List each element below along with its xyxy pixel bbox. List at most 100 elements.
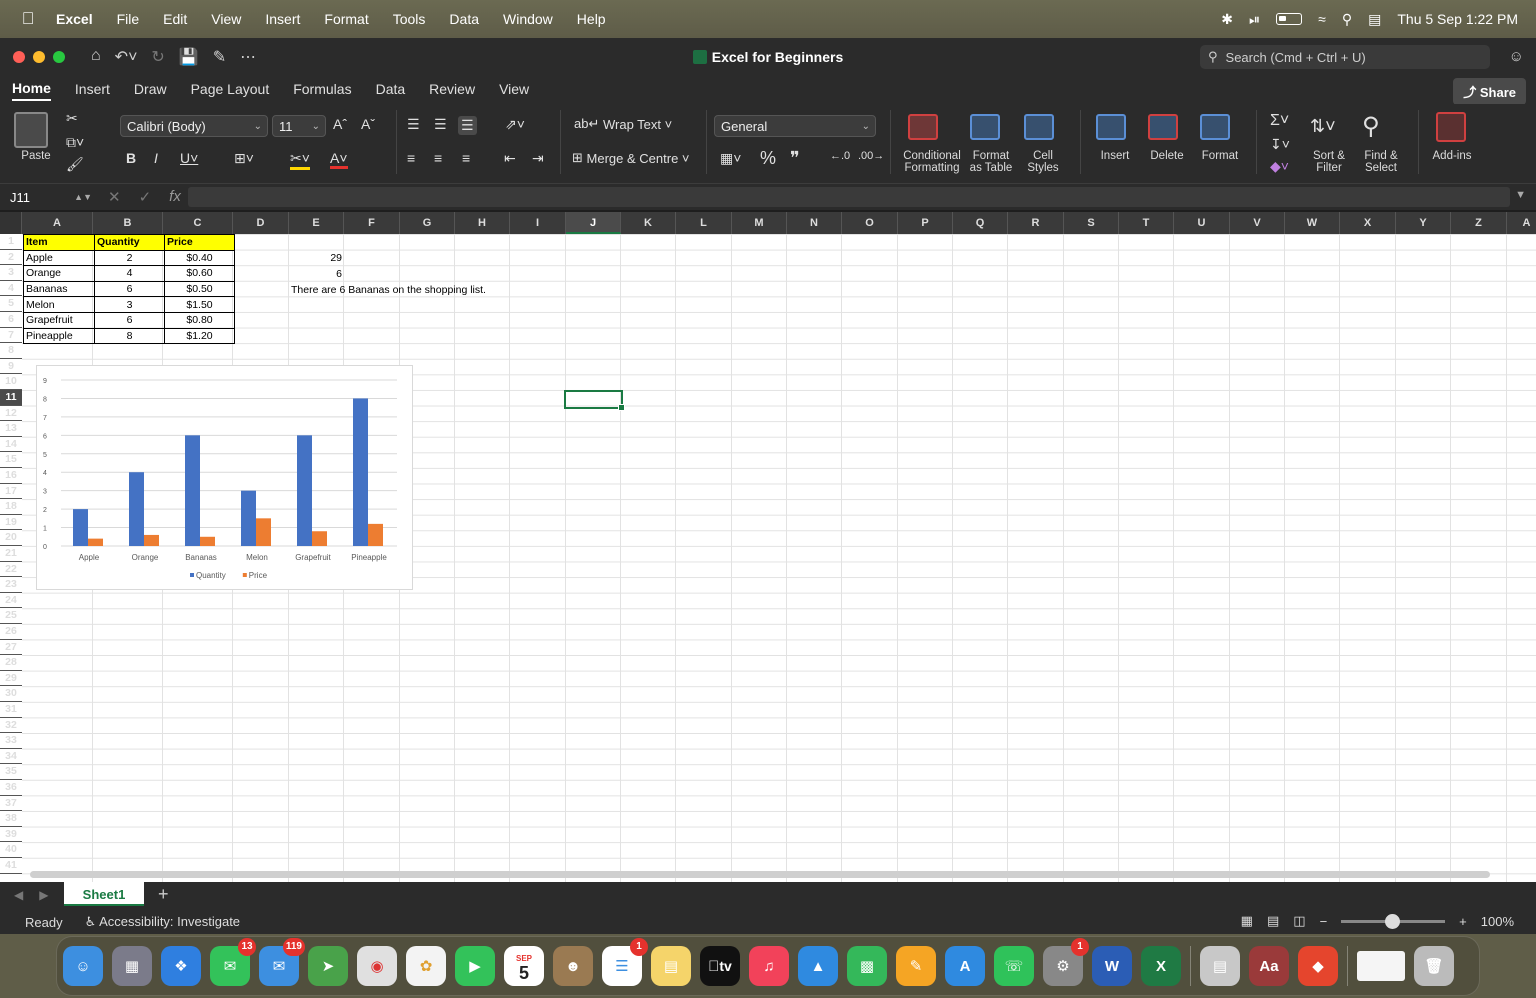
cut-icon[interactable]: ✂ <box>66 110 78 127</box>
align-center-icon[interactable]: ≡ <box>434 150 442 166</box>
decrease-decimal-icon[interactable]: .00→ <box>858 150 884 162</box>
font-name-select[interactable]: Calibri (Body) ⌄ <box>120 115 268 137</box>
horizontal-scrollbar[interactable] <box>30 871 1490 878</box>
cell-e4[interactable]: There are 6 Bananas on the shopping list… <box>291 284 486 296</box>
currency-icon[interactable]: ▦˅ <box>720 150 741 167</box>
launchpad-icon[interactable]: ▦ <box>112 946 152 986</box>
paste-icon[interactable] <box>14 112 48 148</box>
share-button[interactable]: ⤴ Share <box>1453 78 1526 105</box>
column-header-a[interactable]: A <box>1507 212 1536 234</box>
cell-e3[interactable]: 6 <box>290 268 342 280</box>
formula-input[interactable] <box>188 187 1510 207</box>
row-header-13[interactable]: 13 <box>0 421 22 437</box>
zoom-slider-thumb[interactable] <box>1385 913 1401 929</box>
minimize-window-button[interactable] <box>33 51 45 63</box>
column-header-m[interactable]: M <box>732 212 787 234</box>
name-box-stepper-icon[interactable]: ▲▼ <box>74 192 92 202</box>
home-icon[interactable]: ⌂ <box>91 47 101 67</box>
menu-data[interactable]: Data <box>437 11 491 27</box>
maps-icon[interactable]: ➤ <box>308 946 348 986</box>
add-sheet-icon[interactable]: + <box>158 884 169 905</box>
table-cell[interactable]: $0.50 <box>164 280 235 298</box>
menubar-clock[interactable]: Thu 5 Sep 1:22 PM <box>1397 11 1518 27</box>
cell-e2[interactable]: 29 <box>290 252 342 264</box>
column-header-f[interactable]: F <box>344 212 400 234</box>
tab-draw[interactable]: Draw <box>134 81 167 100</box>
row-header-24[interactable]: 24 <box>0 593 22 609</box>
excel-icon[interactable]: X <box>1141 946 1181 986</box>
row-header-26[interactable]: 26 <box>0 624 22 640</box>
row-header-18[interactable]: 18 <box>0 499 22 515</box>
apple-menu-icon[interactable]:  <box>0 9 56 29</box>
column-header-x[interactable]: X <box>1340 212 1396 234</box>
facetime-icon[interactable]: ▶ <box>455 946 495 986</box>
find-select-icon[interactable]: ⚲ <box>1362 112 1380 141</box>
sheet-tab-sheet1[interactable]: Sheet1 <box>64 882 144 906</box>
cell-styles-button[interactable]: Cell Styles <box>1020 150 1066 174</box>
menu-insert[interactable]: Insert <box>253 11 312 27</box>
calendar-icon[interactable]: SEP 5 <box>504 946 544 986</box>
row-header-37[interactable]: 37 <box>0 796 22 812</box>
chrome-icon[interactable]: ◉ <box>357 946 397 986</box>
row-header-10[interactable]: 10 <box>0 374 22 390</box>
whatsapp-icon[interactable]: ☏ <box>994 946 1034 986</box>
row-header-32[interactable]: 32 <box>0 718 22 734</box>
clear-icon[interactable]: ◆˅ <box>1270 158 1289 175</box>
decrease-font-icon[interactable]: Aˇ <box>361 116 375 132</box>
zoom-window-button[interactable] <box>53 51 65 63</box>
column-header-q[interactable]: Q <box>953 212 1008 234</box>
pages-icon[interactable]: ✎ <box>896 946 936 986</box>
row-header-14[interactable]: 14 <box>0 437 22 453</box>
bluetooth-icon[interactable]: ✱ <box>1221 11 1233 28</box>
table-cell[interactable]: 4 <box>94 265 165 282</box>
align-left-icon[interactable]: ≡ <box>407 150 415 166</box>
align-middle-icon[interactable]: ☰ <box>434 116 447 133</box>
row-header-34[interactable]: 34 <box>0 749 22 765</box>
delete-cells-icon[interactable] <box>1148 114 1178 140</box>
copy-icon[interactable]: ⧉˅ <box>66 134 84 151</box>
more-icon[interactable]: ⋯ <box>240 47 256 67</box>
row-header-20[interactable]: 20 <box>0 530 22 546</box>
table-cell[interactable]: 6 <box>94 280 165 298</box>
select-all-corner[interactable] <box>0 212 22 234</box>
add-ins-button[interactable]: Add-ins <box>1428 150 1476 162</box>
column-header-s[interactable]: S <box>1064 212 1119 234</box>
table-cell[interactable]: $0.80 <box>164 311 235 329</box>
bar-chart[interactable]: 0 1 2 3 4 5 6 7 8 9 Apple Orange Bananas Melon Grapefr… <box>36 365 413 590</box>
sort-filter-button[interactable]: Sort & Filter <box>1306 150 1352 174</box>
menu-help[interactable]: Help <box>565 11 618 27</box>
row-header-16[interactable]: 16 <box>0 468 22 484</box>
row-header-40[interactable]: 40 <box>0 842 22 858</box>
cell-a1[interactable]: Item <box>23 234 95 251</box>
trash-icon[interactable]: 🗑 <box>1414 946 1454 986</box>
column-header-e[interactable]: E <box>289 212 344 234</box>
format-as-table-button[interactable]: Format as Table <box>964 150 1018 174</box>
redo-icon[interactable]: ↻ <box>151 47 164 67</box>
wrap-text-button[interactable]: ab↵ Wrap Text ˅ <box>574 116 672 132</box>
align-right-icon[interactable]: ≡ <box>462 150 470 166</box>
column-header-b[interactable]: B <box>93 212 163 234</box>
prev-sheet-icon[interactable]: ◀ <box>14 888 23 902</box>
conditional-formatting-icon[interactable] <box>908 114 938 140</box>
borders-icon[interactable]: ⊞˅ <box>234 150 254 167</box>
system-settings-icon[interactable]: ⚙ 1 <box>1043 938 1089 986</box>
row-header-5[interactable]: 5 <box>0 296 22 312</box>
row-header-4[interactable]: 4 <box>0 281 22 297</box>
row-header-9[interactable]: 9 <box>0 359 22 375</box>
sort-filter-icon[interactable]: ⇅˅ <box>1310 116 1336 137</box>
column-header-o[interactable]: O <box>842 212 898 234</box>
cell-c1[interactable]: Price <box>164 234 235 251</box>
battery-icon[interactable] <box>1276 13 1303 25</box>
percent-icon[interactable]: % <box>760 148 776 169</box>
reminders-icon[interactable]: ☰ 1 <box>602 938 648 986</box>
underline-icon[interactable]: U˅ <box>180 150 198 166</box>
row-header-17[interactable]: 17 <box>0 484 22 500</box>
row-header-31[interactable]: 31 <box>0 702 22 718</box>
tab-review[interactable]: Review <box>429 81 475 100</box>
menu-app-excel[interactable]: Excel <box>56 11 105 27</box>
merge-centre-button[interactable]: ⊞ Merge & Centre ˅ <box>572 150 690 166</box>
column-header-d[interactable]: D <box>233 212 289 234</box>
row-header-38[interactable]: 38 <box>0 811 22 827</box>
font-color-icon[interactable]: A˅ <box>330 150 348 169</box>
zoom-out-icon[interactable]: − <box>1320 914 1328 929</box>
